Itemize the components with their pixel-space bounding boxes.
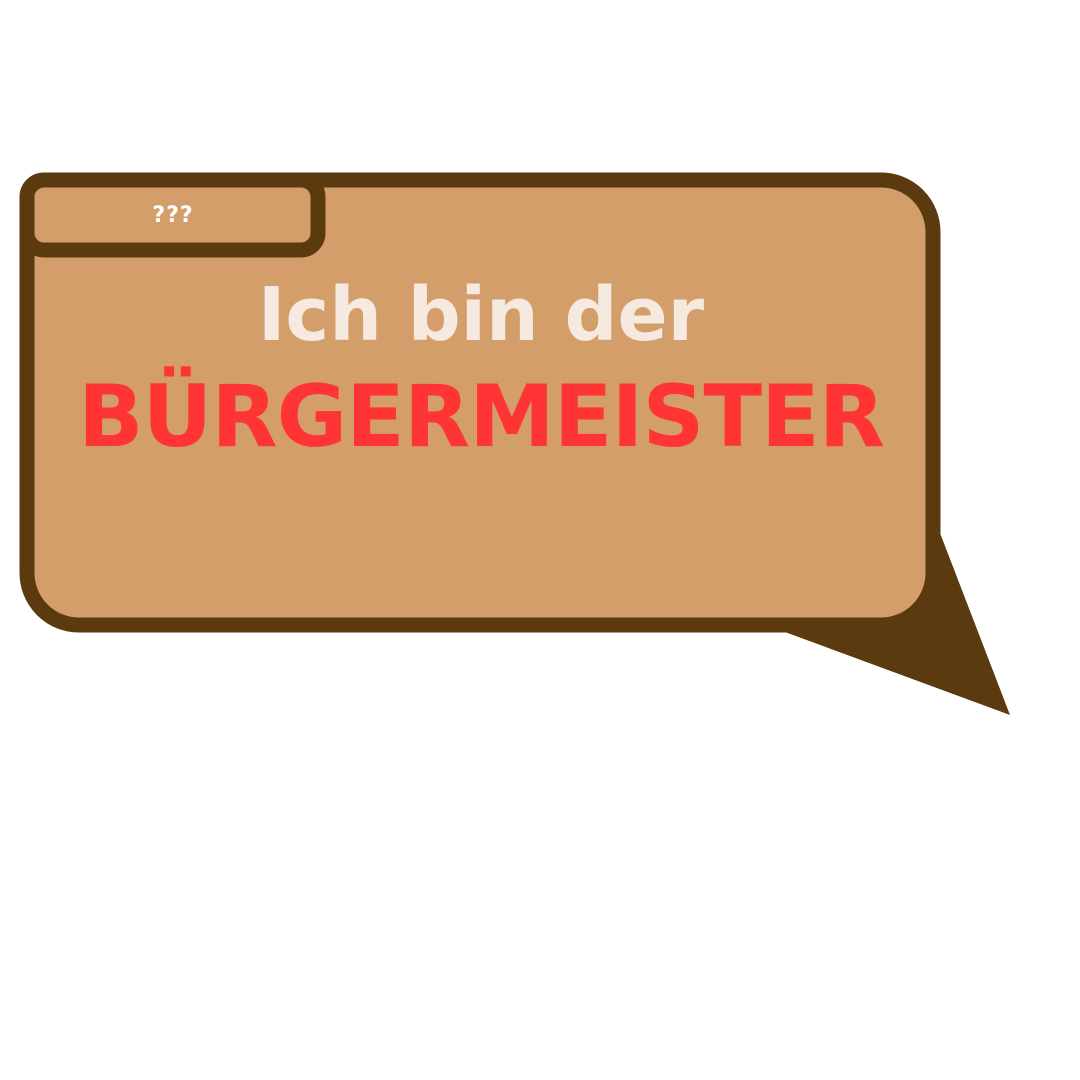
speech-bubble [19, 172, 1010, 715]
dialogue-line-2: BÜRGERMEISTER [77, 367, 885, 467]
dialogue-line-1: Ich bin der [257, 272, 705, 358]
speaker-name: ??? [152, 202, 194, 228]
dialogue-scene: ??? Ich bin der BÜRGERMEISTER [0, 0, 1080, 1080]
